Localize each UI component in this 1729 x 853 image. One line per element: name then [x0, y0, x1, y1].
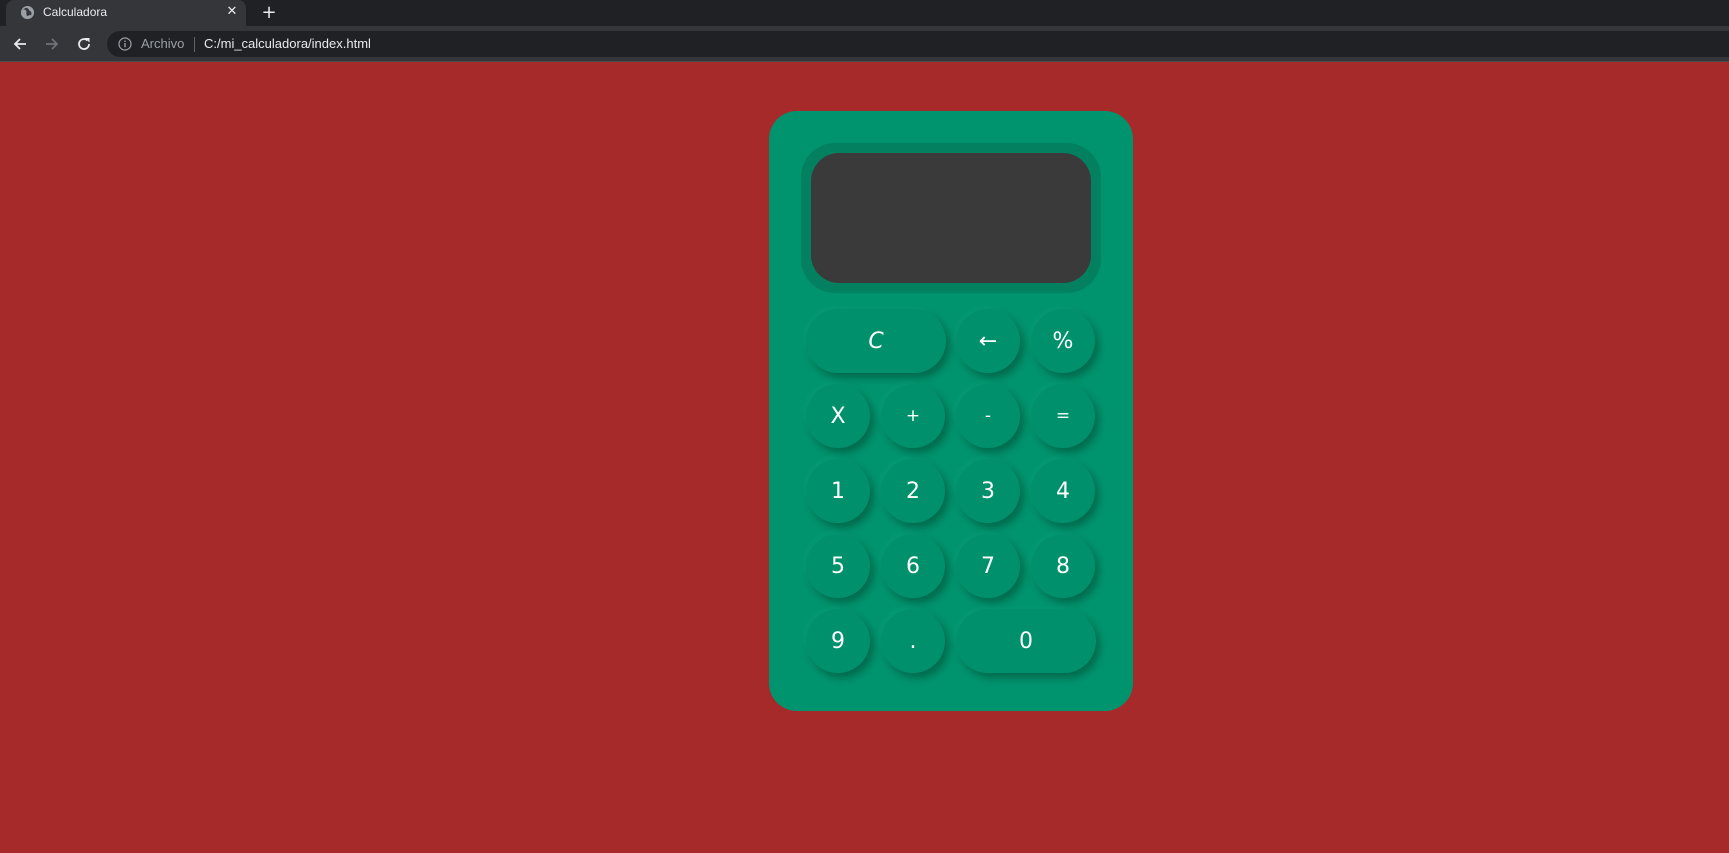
digit-7-button[interactable]: 7	[956, 534, 1020, 598]
arrow-left-icon	[13, 38, 26, 50]
browser-tabstrip: Calculadora ✕ +	[0, 0, 1729, 26]
subtract-button[interactable]: -	[956, 384, 1020, 448]
forward-button[interactable]	[40, 32, 64, 56]
tab-title: Calculadora	[43, 5, 108, 19]
backspace-button[interactable]: ←	[956, 309, 1020, 373]
clear-button[interactable]: C	[806, 309, 946, 373]
digit-2-button[interactable]: 2	[881, 459, 945, 523]
browser-tab[interactable]: Calculadora ✕	[6, 0, 246, 26]
multiply-button[interactable]: X	[806, 384, 870, 448]
digit-3-button[interactable]: 3	[956, 459, 1020, 523]
new-tab-button[interactable]: +	[258, 2, 280, 24]
digit-5-button[interactable]: 5	[806, 534, 870, 598]
reload-button[interactable]	[72, 32, 96, 56]
equals-button[interactable]: =	[1031, 384, 1095, 448]
globe-icon	[20, 5, 35, 20]
digit-8-button[interactable]: 8	[1031, 534, 1095, 598]
add-button[interactable]: +	[881, 384, 945, 448]
digit-0-button[interactable]: 0	[956, 609, 1096, 673]
decimal-button[interactable]: .	[881, 609, 945, 673]
url-text[interactable]: C:/mi_calculadora/index.html	[204, 36, 371, 51]
arrow-right-icon	[46, 38, 59, 50]
digit-4-button[interactable]: 4	[1031, 459, 1095, 523]
browser-toolbar: Archivo C:/mi_calculadora/index.html	[0, 26, 1729, 62]
omnibox-divider	[194, 37, 195, 52]
calculator: C ← % X + - = 1 2 3 4 5 6 7 8 9 . 0	[769, 111, 1133, 711]
reload-icon	[78, 38, 90, 50]
digit-1-button[interactable]: 1	[806, 459, 870, 523]
info-icon[interactable]	[118, 37, 132, 51]
digit-9-button[interactable]: 9	[806, 609, 870, 673]
file-scheme-label: Archivo	[141, 36, 185, 51]
calculator-display	[811, 153, 1091, 283]
back-button[interactable]	[8, 32, 32, 56]
digit-6-button[interactable]: 6	[881, 534, 945, 598]
close-icon[interactable]: ✕	[224, 4, 240, 20]
address-bar[interactable]: Archivo C:/mi_calculadora/index.html	[107, 31, 1729, 57]
percent-button[interactable]: %	[1031, 309, 1095, 373]
display-frame	[801, 143, 1101, 293]
